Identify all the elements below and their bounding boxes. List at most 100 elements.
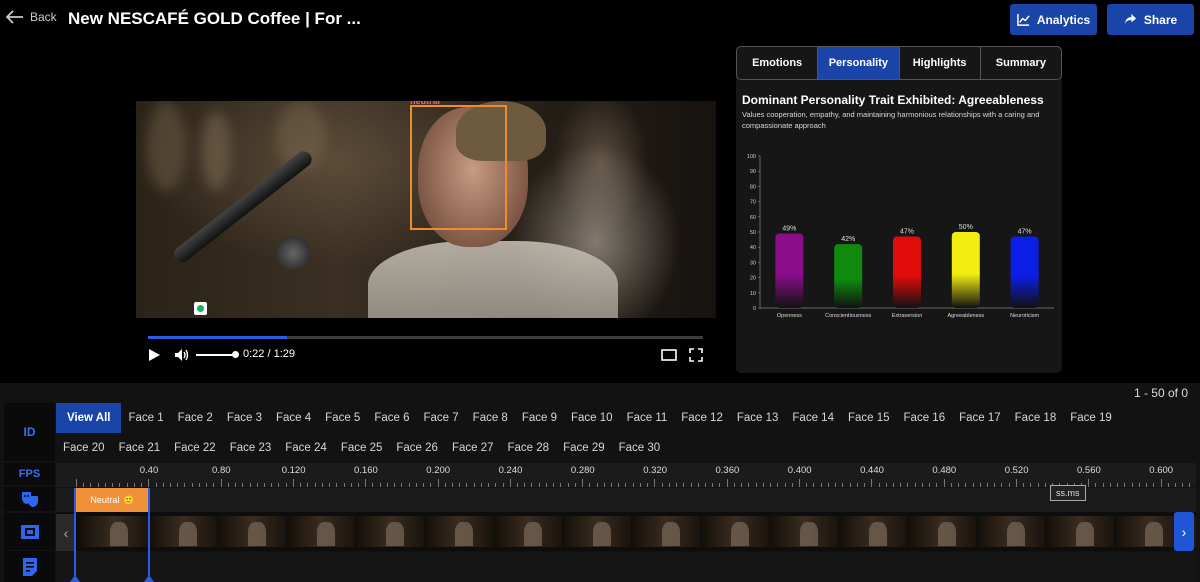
video-player[interactable]: neutral [136, 101, 716, 318]
ruler-tick [668, 483, 670, 487]
face-filter-item[interactable]: Face 25 [334, 433, 390, 463]
face-filter-item[interactable]: Face 13 [730, 403, 786, 433]
play-button[interactable] [148, 347, 161, 363]
frame-thumbnail[interactable] [1046, 516, 1114, 547]
ruler-tick [162, 483, 164, 487]
video-progress-fill [148, 336, 287, 339]
face-filter-item[interactable]: Face 19 [1063, 403, 1119, 433]
face-filter-item[interactable]: Face 18 [1008, 403, 1064, 433]
share-button[interactable]: Share [1107, 4, 1194, 35]
person-body [368, 241, 618, 318]
time-ruler[interactable]: 0.40 0.80 0.120 0.160 0.200 0.240 0.280 0.320 0.… [56, 463, 1196, 487]
face-filter-item[interactable]: Face 12 [674, 403, 730, 433]
ruler-tick [1146, 483, 1148, 487]
frame-thumbnail[interactable] [977, 516, 1045, 547]
emotion-segment[interactable]: Neutral 🙂 [76, 488, 149, 512]
frame-thumbnail[interactable] [839, 516, 907, 547]
ruler-tick [1095, 483, 1097, 487]
selection-start-handle[interactable] [70, 488, 80, 582]
frame-thumbnail[interactable] [563, 516, 631, 547]
frame-thumbnail[interactable] [149, 516, 217, 547]
face-filter-item[interactable]: Face 21 [112, 433, 168, 463]
analytics-button[interactable]: Analytics [1010, 4, 1097, 35]
bar-conscientiousness [834, 244, 863, 308]
frame-thumbnail[interactable] [1115, 516, 1183, 547]
face-filter-item[interactable]: Face 14 [785, 403, 841, 433]
face-filter-item[interactable]: Face 4 [269, 403, 318, 433]
back-button[interactable]: Back [6, 10, 57, 24]
face-filter-item[interactable]: Face 10 [564, 403, 620, 433]
ruler-tick [1153, 483, 1155, 487]
tab-emotions[interactable]: Emotions [737, 47, 819, 79]
ruler-tick [372, 483, 374, 487]
frame-thumbnail[interactable] [494, 516, 562, 547]
frame-thumbnail[interactable] [80, 516, 148, 547]
face-filter-item[interactable]: Face 20 [56, 433, 112, 463]
ruler-tick [1030, 483, 1032, 487]
frame-thumbnail[interactable] [425, 516, 493, 547]
film-frame-icon [20, 524, 39, 539]
scroll-right-button[interactable]: › [1174, 512, 1194, 551]
theater-mode-button[interactable] [661, 347, 677, 363]
volume-slider[interactable] [196, 351, 239, 358]
face-filter-item[interactable]: Face 24 [278, 433, 334, 463]
face-filter-item[interactable]: Face 30 [612, 433, 668, 463]
tab-highlights[interactable]: Highlights [900, 47, 981, 79]
selection-end-handle[interactable] [144, 488, 154, 582]
transcript-track-toggle[interactable] [4, 551, 55, 582]
face-filter-item[interactable]: Face 7 [417, 403, 466, 433]
face-filter-item[interactable]: Face 9 [515, 403, 564, 433]
face-filter-item[interactable]: Face 17 [952, 403, 1008, 433]
face-filter-item[interactable]: Face 22 [167, 433, 223, 463]
frame-strip[interactable] [56, 512, 1196, 551]
volume-button[interactable] [174, 347, 190, 363]
ruler-tick [314, 483, 316, 487]
face-filter-item[interactable]: Face 3 [220, 403, 269, 433]
ruler-tick [1124, 483, 1126, 487]
frame-thumbnail[interactable] [908, 516, 976, 547]
face-filter-item[interactable]: Face 26 [389, 433, 445, 463]
ruler-tick [697, 483, 699, 487]
ruler-tick [1015, 479, 1017, 487]
frame-thumbnail[interactable] [701, 516, 769, 547]
tab-summary[interactable]: Summary [981, 47, 1061, 79]
tab-personality[interactable]: Personality [818, 47, 900, 79]
emotion-track-toggle[interactable] [4, 487, 55, 511]
frame-thumbnail[interactable] [770, 516, 838, 547]
emotion-track: Neutral 🙂 ss.ms [56, 485, 1196, 512]
ruler-tick [191, 483, 193, 487]
frames-track-toggle[interactable] [4, 513, 55, 550]
ruler-tick-label: 0.280 [570, 465, 595, 476]
fullscreen-button[interactable] [689, 347, 703, 363]
time-format-tooltip: ss.ms [1050, 485, 1086, 501]
ruler-tick-label: 0.520 [1004, 465, 1029, 476]
face-filter-item[interactable]: Face 1 [121, 403, 170, 433]
face-filter-item[interactable]: Face 15 [841, 403, 897, 433]
face-filter-item[interactable]: Face 11 [620, 403, 675, 433]
video-progress-bar[interactable] [148, 336, 703, 339]
frame-thumbnail[interactable] [218, 516, 286, 547]
frame-thumbnail[interactable] [287, 516, 355, 547]
frame-thumbnail[interactable] [632, 516, 700, 547]
frame-thumbnail[interactable] [356, 516, 424, 547]
face-filter-item[interactable]: Face 5 [318, 403, 367, 433]
face-filter-item[interactable]: Face 23 [223, 433, 279, 463]
volume-slider-knob[interactable] [232, 351, 239, 358]
face-filter-item[interactable]: Face 29 [556, 433, 612, 463]
face-filter-item[interactable]: Face 16 [897, 403, 953, 433]
face-filter-item[interactable]: Face 8 [466, 403, 515, 433]
share-icon [1124, 13, 1136, 25]
ruler-tick [76, 479, 77, 487]
face-filter-item[interactable]: Face 2 [171, 403, 220, 433]
scroll-left-button[interactable]: ‹ [56, 514, 76, 551]
fullscreen-icon [689, 348, 703, 362]
face-filter-item[interactable]: Face 28 [501, 433, 557, 463]
face-filter-item[interactable]: View All [56, 403, 122, 433]
ruler-tick [488, 483, 490, 487]
face-filter-item[interactable]: Face 6 [367, 403, 416, 433]
ruler-tick [133, 483, 135, 487]
ruler-tick [169, 483, 171, 487]
ruler-tick [466, 483, 468, 487]
face-filter-item[interactable]: Face 27 [445, 433, 501, 463]
smile-emoji-icon: 🙂 [123, 494, 135, 505]
